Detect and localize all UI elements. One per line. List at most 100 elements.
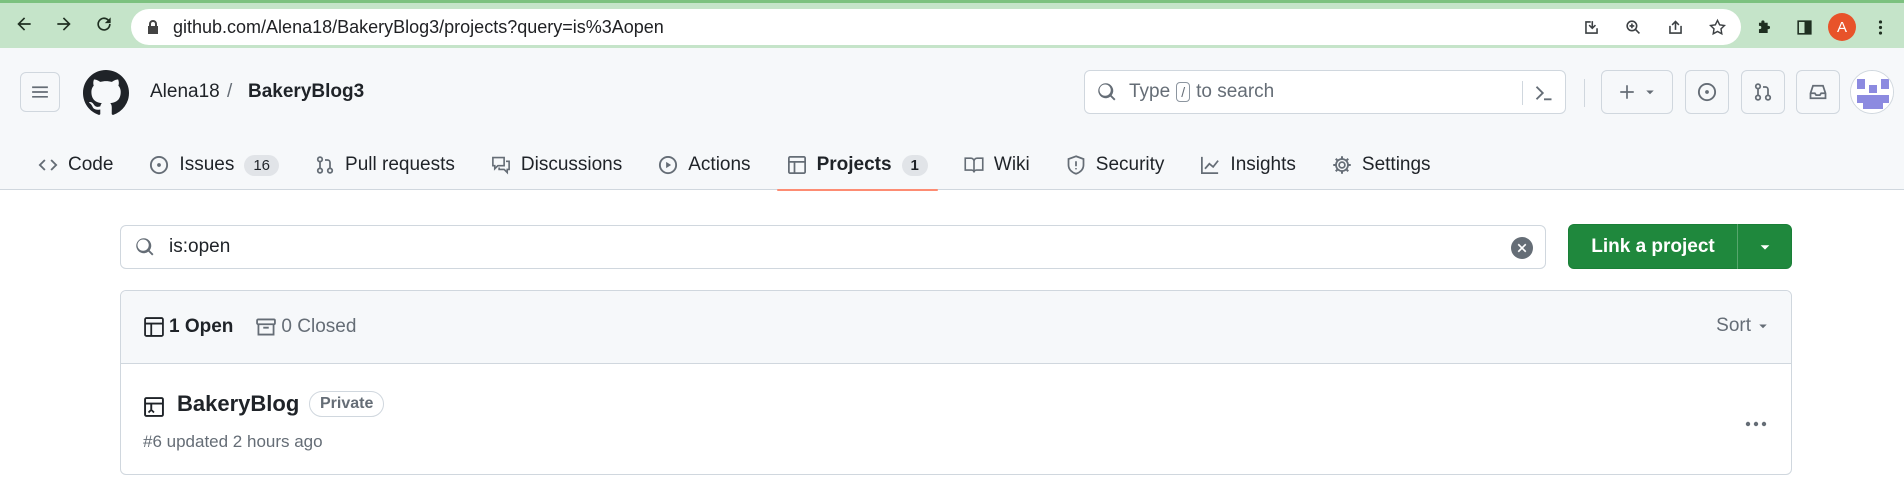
breadcrumb-repo-link[interactable]: BakeryBlog3 [248,81,364,103]
tab-pull-requests-label: Pull requests [345,154,455,175]
search-placeholder-suffix: to search [1196,81,1275,102]
user-avatar[interactable] [1850,70,1894,114]
tab-security[interactable]: Security [1056,140,1175,190]
side-panel-icon [1796,19,1812,35]
project-title-link[interactable]: BakeryBlog [177,391,299,417]
issue-opened-icon [150,155,169,175]
sort-dropdown[interactable]: Sort [1716,315,1769,337]
issues-button[interactable] [1685,70,1729,114]
inbox-icon [1809,84,1827,100]
back-button[interactable] [6,6,42,42]
bookmark-button[interactable] [1701,11,1733,43]
tab-projects-label: Projects [816,154,892,175]
pull-requests-button[interactable] [1741,70,1785,114]
tab-discussions-label: Discussions [520,154,623,175]
tab-settings[interactable]: Settings [1322,140,1441,190]
git-pull-request-icon [1754,83,1772,101]
archive-icon [256,318,277,336]
lock-icon [148,20,158,34]
open-filter-link[interactable]: 1 Open [143,316,233,338]
tab-issues-label: Issues [179,154,235,175]
tab-actions[interactable]: Actions [648,140,760,190]
zoom-icon [1625,19,1640,34]
list-item: BakeryBlog Private #6 updated 2 hours ag… [121,364,1791,474]
git-pull-request-icon [316,156,334,174]
graph-icon [1201,156,1220,174]
identicon-icon [1851,71,1893,113]
link-project-dropdown-button[interactable] [1738,240,1791,254]
triangle-down-icon [1759,324,1767,329]
issue-opened-icon [1697,82,1717,102]
search-placeholder-prefix: Type [1129,81,1171,102]
command-palette-icon[interactable] [1533,83,1555,103]
side-panel-button[interactable] [1788,11,1820,43]
more-vertical-icon [1878,19,1882,35]
menu-button[interactable] [20,72,60,112]
search-shortcut-key: / [1176,82,1191,102]
search-icon [136,238,154,256]
project-icon [144,397,164,417]
extensions-button[interactable] [1748,11,1780,43]
arrow-left-icon [17,17,31,31]
sort-label: Sort [1716,315,1751,336]
clear-filter-button[interactable] [1511,237,1533,259]
triangle-down-icon [1760,244,1769,250]
install-icon [1584,20,1598,34]
book-icon [964,157,984,173]
github-logo-icon[interactable] [83,70,129,116]
tab-issues[interactable]: Issues 16 [139,140,289,190]
projects-counter: 1 [901,154,928,176]
play-icon [659,155,678,175]
link-project-button-group: Link a project [1568,224,1792,269]
global-search-input[interactable]: Type / to search [1084,70,1566,114]
projects-list-header: 1 Open 0 Closed Sort [121,291,1791,364]
breadcrumb-separator: / [227,81,233,102]
reload-button[interactable] [86,6,122,42]
tab-code[interactable]: Code [28,140,123,190]
code-icon [38,159,58,171]
x-icon [1517,243,1527,253]
tab-insights[interactable]: Insights [1190,140,1305,190]
search-placeholder: Type / to search [1129,81,1274,103]
table-icon [144,317,164,337]
closed-filter-link[interactable]: 0 Closed [255,316,356,338]
issues-counter: 16 [244,154,280,176]
profile-avatar[interactable]: A [1828,13,1856,41]
search-divider [1522,81,1523,105]
kebab-horizontal-icon [1745,421,1767,427]
closed-count-label: 0 Closed [281,316,357,337]
breadcrumb-owner-link[interactable]: Alena18 [150,81,220,103]
address-bar[interactable]: github.com/Alena18/BakeryBlog3/projects?… [131,9,1741,45]
share-button[interactable] [1659,11,1691,43]
project-options-button[interactable] [1741,414,1771,434]
install-app-button[interactable] [1575,11,1607,43]
browser-menu-button[interactable] [1864,11,1896,43]
create-new-button[interactable] [1601,70,1673,114]
tab-wiki[interactable]: Wiki [954,140,1040,190]
star-icon [1708,18,1726,35]
link-project-button[interactable]: Link a project [1569,236,1737,258]
projects-filter-input[interactable]: is:open [120,225,1546,269]
open-count-label: 1 Open [169,316,234,337]
filter-value: is:open [169,236,231,257]
shield-icon [1067,155,1085,175]
inbox-button[interactable] [1796,70,1840,114]
tab-projects[interactable]: Projects 1 [776,140,939,191]
repo-tabs: Code Issues 16 Pull requests Discussions… [28,140,1457,191]
tab-pull-requests[interactable]: Pull requests [305,140,465,190]
comment-discussion-icon [491,156,510,175]
hamburger-icon [32,86,48,98]
table-icon [787,156,806,174]
gear-icon [1333,156,1351,174]
search-icon [1098,83,1116,101]
forward-button[interactable] [46,6,82,42]
reload-icon [97,17,111,31]
header-divider [1584,79,1585,107]
tab-actions-label: Actions [688,154,751,175]
arrow-right-icon [57,17,71,31]
tab-discussions[interactable]: Discussions [481,140,632,190]
projects-list: 1 Open 0 Closed Sort BakeryBlog Private … [120,290,1792,475]
puzzle-icon [1758,19,1770,33]
zoom-button[interactable] [1617,11,1649,43]
tab-settings-label: Settings [1361,154,1431,175]
